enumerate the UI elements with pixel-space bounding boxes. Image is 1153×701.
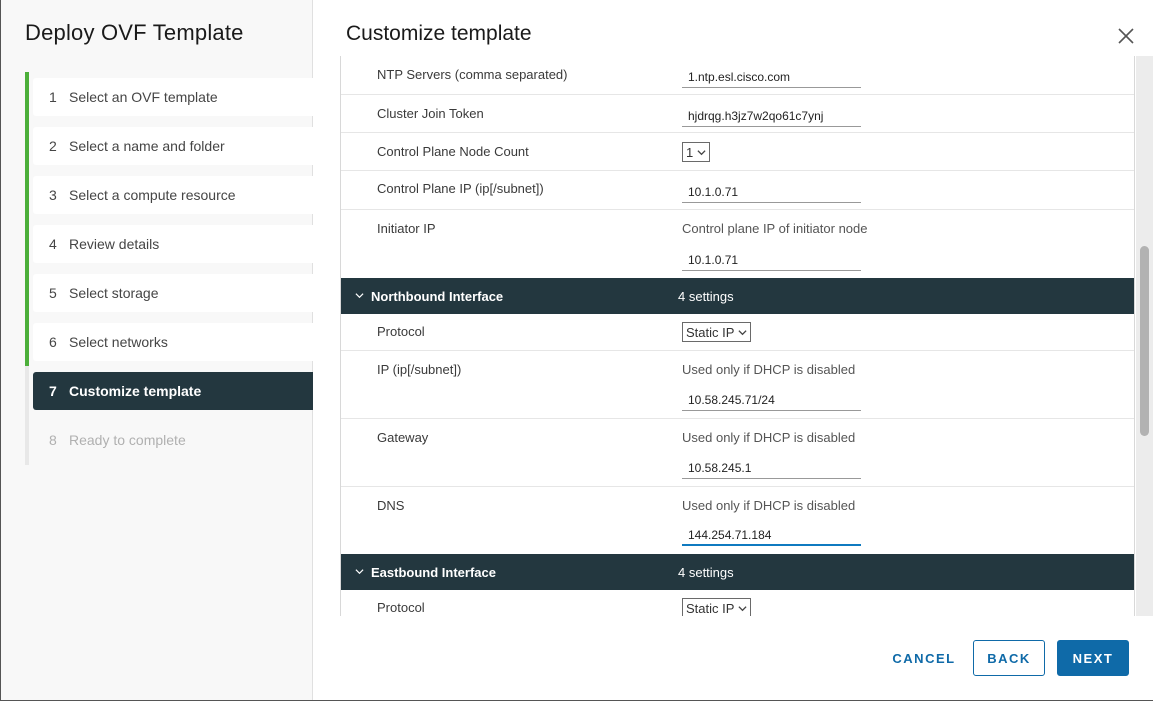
setting-label: NTP Servers (comma separated) — [377, 67, 568, 82]
initiator-ip-input[interactable] — [682, 250, 861, 271]
chevron-down-icon — [355, 569, 364, 575]
section-northbound-interface[interactable]: Northbound Interface 4 settings — [341, 278, 1134, 314]
setting-row-cp-ip: Control Plane IP (ip[/subnet]) — [341, 171, 1134, 210]
close-button[interactable] — [1116, 26, 1136, 46]
setting-label: Initiator IP — [377, 221, 436, 236]
setting-row-initiator: Initiator IP Control plane IP of initiat… — [341, 210, 1134, 278]
step-label: Select storage — [69, 285, 159, 301]
section-settings-count: 4 settings — [678, 289, 734, 304]
setting-label: IP (ip[/subnet]) — [377, 362, 462, 377]
eb-protocol-select[interactable]: Static IP — [682, 598, 752, 616]
setting-row-nb-ip: IP (ip[/subnet]) Used only if DHCP is di… — [341, 351, 1134, 419]
step-number: 6 — [49, 334, 57, 350]
step-select-compute-resource[interactable]: 3 Select a compute resource — [33, 176, 313, 214]
setting-description: Control plane IP of initiator node — [682, 221, 868, 236]
chevron-down-icon — [738, 329, 747, 335]
nb-protocol-select[interactable]: Static IP — [682, 322, 752, 342]
setting-row-token: Cluster Join Token — [341, 95, 1134, 133]
step-label: Select an OVF template — [69, 89, 218, 105]
step-number: 7 — [49, 383, 57, 399]
step-number: 2 — [49, 138, 57, 154]
setting-description: Used only if DHCP is disabled — [682, 498, 856, 513]
step-number: 8 — [49, 432, 57, 448]
step-customize-template[interactable]: 7 Customize template — [33, 372, 313, 410]
setting-row-ntp: NTP Servers (comma separated) — [341, 56, 1134, 95]
setting-label: DNS — [377, 498, 405, 513]
control-plane-ip-input[interactable] — [682, 182, 861, 203]
step-number: 1 — [49, 89, 57, 105]
section-title: Northbound Interface — [371, 289, 504, 304]
setting-row-node-count: Control Plane Node Count 1 — [341, 133, 1134, 171]
section-title: Eastbound Interface — [371, 565, 496, 580]
step-number: 4 — [49, 236, 57, 252]
chevron-down-icon — [355, 293, 364, 299]
setting-label: Control Plane Node Count — [377, 144, 529, 159]
section-settings-count: 4 settings — [678, 565, 734, 580]
setting-description: Used only if DHCP is disabled — [682, 430, 856, 445]
step-select-ovf-template[interactable]: 1 Select an OVF template — [33, 78, 313, 116]
page-title: Customize template — [346, 22, 532, 45]
nb-dns-input[interactable] — [682, 525, 861, 546]
scrollbar-thumb[interactable] — [1140, 246, 1149, 436]
wizard-sidebar: Deploy OVF Template 1 Select an OVF temp… — [1, 0, 313, 700]
step-label: Review details — [69, 236, 160, 252]
close-icon — [1118, 28, 1134, 44]
settings-list: NTP Servers (comma separated) Cluster Jo… — [340, 56, 1135, 616]
setting-row-nb-dns: DNS Used only if DHCP is disabled — [341, 487, 1134, 554]
chevron-down-icon — [697, 149, 706, 155]
step-label: Select networks — [69, 334, 168, 350]
cluster-join-token-input[interactable] — [682, 106, 861, 127]
setting-row-nb-protocol: Protocol Static IP — [341, 314, 1134, 351]
setting-label: Control Plane IP (ip[/subnet]) — [377, 181, 544, 196]
step-review-details[interactable]: 4 Review details — [33, 225, 313, 263]
setting-label: Protocol — [377, 324, 425, 339]
back-button[interactable]: BACK — [973, 640, 1045, 676]
node-count-select[interactable]: 1 — [682, 142, 711, 162]
section-eastbound-interface[interactable]: Eastbound Interface 4 settings — [341, 554, 1134, 590]
nb-ip-input[interactable] — [682, 390, 861, 411]
main-panel: Customize template NTP Servers (comma se… — [314, 0, 1153, 700]
vertical-scrollbar[interactable] — [1136, 56, 1153, 616]
wizard-footer: CANCEL BACK NEXT — [314, 640, 1153, 676]
step-select-name-folder[interactable]: 2 Select a name and folder — [33, 127, 313, 165]
setting-label: Protocol — [377, 600, 425, 615]
chevron-down-icon — [738, 605, 747, 611]
step-number: 3 — [49, 187, 57, 203]
step-progress-completed — [25, 72, 29, 366]
ntp-servers-input[interactable] — [682, 67, 861, 88]
step-label: Select a name and folder — [69, 138, 225, 154]
setting-description: Used only if DHCP is disabled — [682, 362, 856, 377]
next-button[interactable]: NEXT — [1057, 640, 1129, 676]
setting-row-nb-gateway: Gateway Used only if DHCP is disabled — [341, 419, 1134, 487]
step-ready-to-complete: 8 Ready to complete — [33, 421, 313, 459]
select-value: 1 — [686, 144, 694, 160]
step-label: Ready to complete — [69, 432, 186, 448]
cancel-button[interactable]: CANCEL — [890, 640, 958, 676]
setting-label: Cluster Join Token — [377, 106, 484, 121]
step-select-storage[interactable]: 5 Select storage — [33, 274, 313, 312]
wizard-title: Deploy OVF Template — [25, 20, 244, 45]
step-number: 5 — [49, 285, 57, 301]
setting-label: Gateway — [377, 430, 429, 445]
step-label: Select a compute resource — [69, 187, 236, 203]
select-value: Static IP — [686, 600, 735, 616]
select-value: Static IP — [686, 324, 735, 340]
step-select-networks[interactable]: 6 Select networks — [33, 323, 313, 361]
step-label: Customize template — [69, 383, 202, 399]
nb-gateway-input[interactable] — [682, 458, 861, 479]
setting-row-eb-protocol: Protocol Static IP — [341, 590, 1134, 616]
